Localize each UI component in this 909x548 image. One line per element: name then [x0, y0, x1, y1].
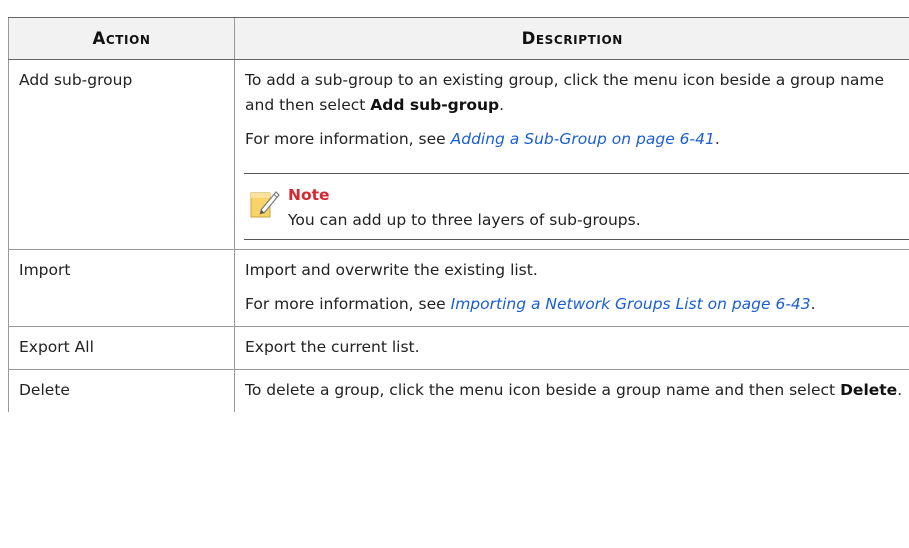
note-callout: Note You can add up to three layers of s…	[244, 173, 909, 240]
description-paragraph: To delete a group, click the menu icon b…	[245, 378, 909, 403]
table-row: Export All Export the current list.	[8, 326, 909, 370]
column-header-description: Description	[234, 17, 909, 60]
table-row: Add sub-group To add a sub-group to an e…	[8, 59, 909, 250]
description-paragraph: Export the current list.	[245, 338, 420, 356]
table-header-row: Action Description	[8, 17, 909, 60]
action-cell: Export All	[8, 326, 235, 370]
more-info-text: For more information, see	[245, 130, 451, 148]
description-cell: Export the current list.	[234, 326, 909, 370]
cross-reference-link[interactable]: Importing a Network Groups List on page …	[451, 295, 811, 313]
ui-term: Add sub-group	[370, 96, 500, 114]
action-cell: Import	[8, 249, 235, 327]
more-info-text: .	[810, 295, 816, 313]
more-info-text: For more information, see	[245, 295, 451, 313]
column-header-action: Action	[8, 17, 235, 60]
description-text: To delete a group, click the menu icon b…	[245, 381, 841, 399]
note-title: Note	[288, 186, 330, 204]
cross-reference-link[interactable]: Adding a Sub-Group on page 6-41	[451, 130, 715, 148]
note-text: You can add up to three layers of sub-gr…	[288, 211, 641, 229]
table-row: Delete To delete a group, click the menu…	[8, 369, 909, 412]
description-text: .	[897, 381, 903, 399]
description-cell: Import and overwrite the existing list. …	[234, 249, 909, 327]
actions-table: Action Description Add sub-group To add …	[8, 17, 909, 412]
description-text: .	[499, 96, 505, 114]
description-text: To add a sub-group to an existing group,…	[245, 71, 885, 114]
description-cell: To delete a group, click the menu icon b…	[234, 369, 909, 412]
action-cell: Add sub-group	[8, 59, 235, 250]
more-info-paragraph: For more information, see Adding a Sub-G…	[245, 127, 909, 152]
description-cell: To add a sub-group to an existing group,…	[234, 59, 909, 250]
note-pencil-icon	[250, 191, 280, 218]
table-row: Import Import and overwrite the existing…	[8, 249, 909, 327]
description-paragraph: To add a sub-group to an existing group,…	[245, 68, 909, 118]
description-paragraph: Import and overwrite the existing list.	[245, 261, 538, 279]
action-cell: Delete	[8, 369, 235, 412]
more-info-text: .	[714, 130, 720, 148]
ui-term: Delete	[840, 381, 898, 399]
more-info-paragraph: For more information, see Importing a Ne…	[245, 292, 909, 317]
